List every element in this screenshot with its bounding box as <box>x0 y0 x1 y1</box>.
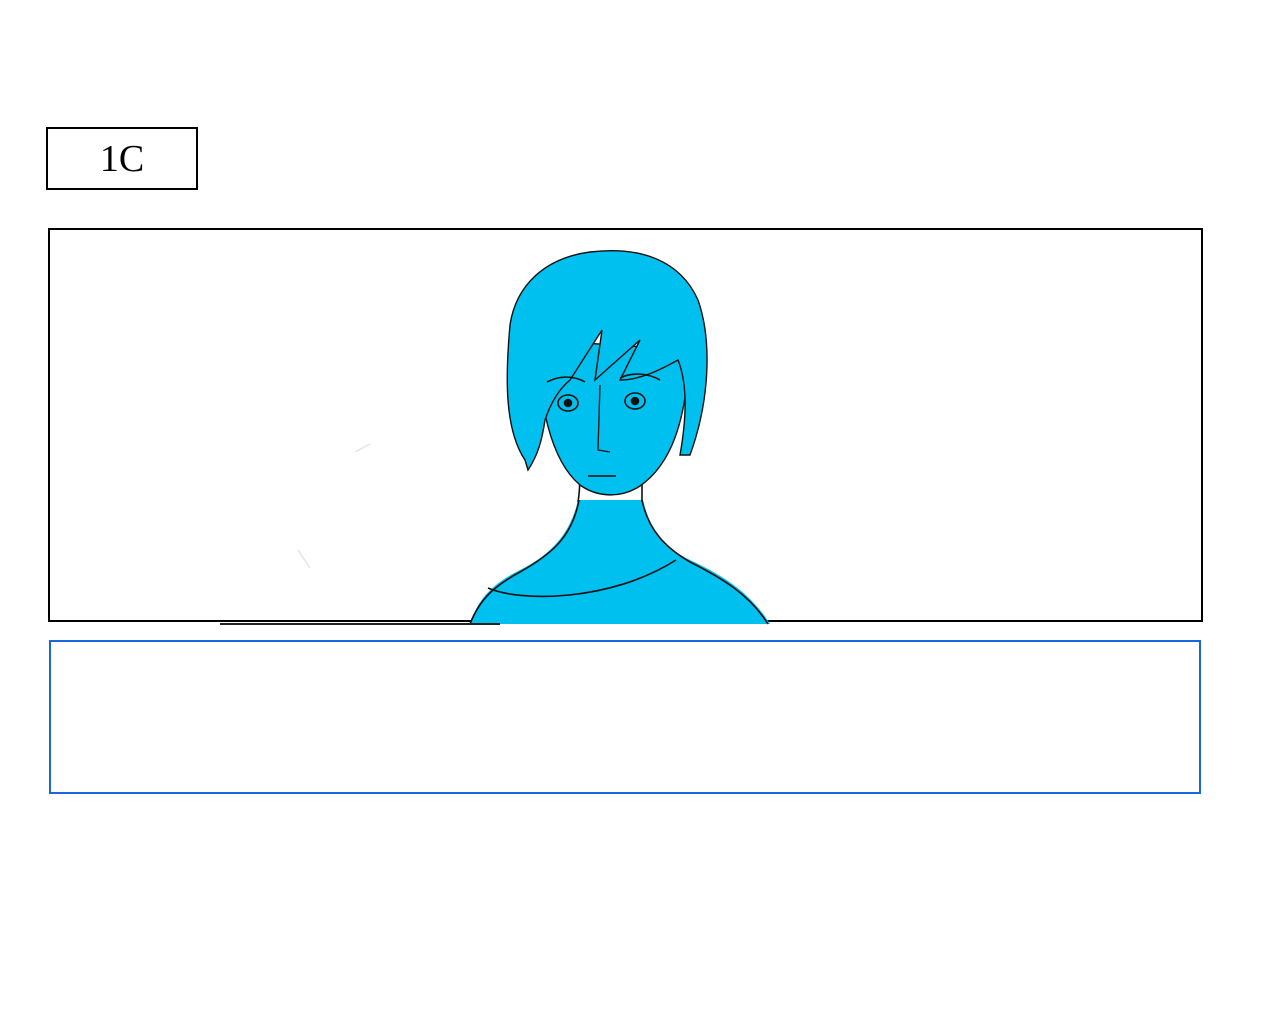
shot-label-text: 1C <box>99 137 145 180</box>
character-body <box>470 500 770 624</box>
shot-label: 1C <box>46 127 198 190</box>
notes-textbox[interactable] <box>49 640 1201 794</box>
storyboard-frame[interactable] <box>48 228 1203 625</box>
construction-stroke <box>297 443 371 569</box>
character-sketch <box>220 249 770 625</box>
